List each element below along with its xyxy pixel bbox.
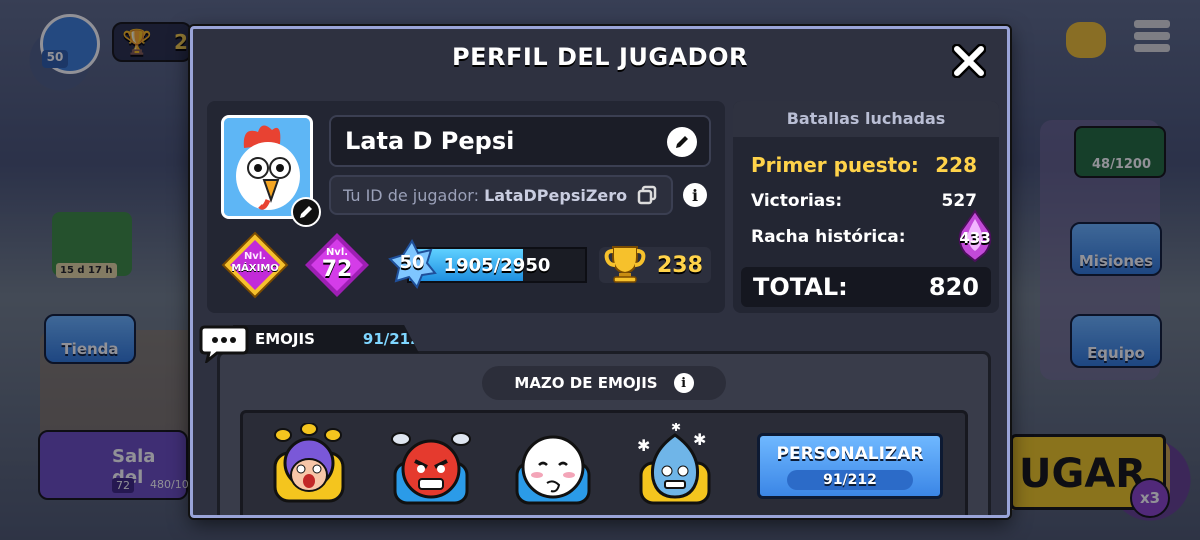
chat-bubble-icon <box>199 323 249 365</box>
trophy-value: 238 <box>657 253 703 278</box>
emojis-tab-count: 91/212 <box>362 330 421 348</box>
emoji-slots-row: ✱ ✱ ✱ PERSONALIZAR 91/212 <box>240 410 968 515</box>
streak-badge: 433 <box>955 209 995 263</box>
player-id-label: Tu ID de jugador: <box>343 186 479 205</box>
victories-row: Victorias: 527 <box>751 191 977 211</box>
streak-value: 433 <box>959 229 991 247</box>
battle-stats-panel: Batallas luchadas Primer puesto: 228 Vic… <box>733 101 999 313</box>
max-level-text: MÁXIMO <box>231 263 279 274</box>
svg-text:✱: ✱ <box>693 430 706 449</box>
emoji-slot-4[interactable]: ✱ ✱ ✱ <box>635 420 715 507</box>
customize-button[interactable]: PERSONALIZAR 91/212 <box>757 433 943 499</box>
emoji-deck-title: MAZO DE EMOJIS i <box>482 366 726 400</box>
trophy-icon <box>604 246 646 283</box>
first-place-label: Primer puesto: <box>751 153 919 177</box>
cold-blue-emoji-icon: ✱ ✱ ✱ <box>637 420 711 505</box>
close-button[interactable] <box>949 41 989 81</box>
first-place-value: 228 <box>935 153 977 177</box>
customize-count: 91/212 <box>787 470 913 490</box>
player-id-field: Tu ID de jugador: LataDPepsiZero <box>329 175 673 215</box>
streak-label: Racha histórica: <box>751 227 906 247</box>
trophy-count-box: 238 <box>599 246 711 283</box>
emoji-deck-panel: MAZO DE EMOJIS i ✱ ✱ ✱ PERSONALIZAR 91/2… <box>217 351 991 515</box>
victories-label: Victorias: <box>751 191 843 211</box>
xp-level-value: 50 <box>399 252 425 273</box>
player-profile-modal: PERFIL DEL JUGADOR Lata D Pepsi Tu ID de… <box>190 26 1010 518</box>
name-edit-button[interactable] <box>667 127 697 157</box>
total-battles-box: TOTAL: 820 <box>741 267 991 307</box>
copy-icon[interactable] <box>637 185 657 205</box>
max-level-label: Nvl. <box>243 251 267 262</box>
emoji-slot-3[interactable] <box>513 423 593 507</box>
bee-swarm-emoji-icon <box>273 422 345 503</box>
avatar-edit-button[interactable] <box>291 197 321 227</box>
player-id-value: LataDPepsiZero <box>484 186 628 205</box>
emoji-slot-2[interactable] <box>391 423 471 507</box>
info-icon[interactable]: i <box>673 373 694 393</box>
player-name: Lata D Pepsi <box>345 127 515 155</box>
battles-header: Batallas luchadas <box>733 101 999 137</box>
pencil-icon <box>676 136 688 148</box>
emojis-tab-label: EMOJIS <box>255 330 315 348</box>
svg-text:✱: ✱ <box>637 436 650 455</box>
emojis-tab[interactable]: EMOJIS 91/212 <box>233 325 419 353</box>
first-place-row: Primer puesto: 228 <box>751 153 977 177</box>
max-level-badge[interactable]: Nvl. MÁXIMO <box>221 231 289 299</box>
xp-level-star: 50 <box>387 238 437 289</box>
close-icon <box>952 44 986 78</box>
customize-label: PERSONALIZAR <box>776 444 924 464</box>
pencil-icon <box>300 206 312 218</box>
emoji-slot-1[interactable] <box>269 422 349 507</box>
victories-value: 527 <box>941 191 978 211</box>
level-value: 72 <box>321 257 353 282</box>
streak-row: Racha histórica: <box>751 227 977 247</box>
svg-text:✱: ✱ <box>671 423 681 434</box>
shy-white-emoji-icon <box>515 435 591 505</box>
total-value: 820 <box>928 273 979 301</box>
player-name-field: Lata D Pepsi <box>329 115 711 167</box>
deck-title-text: MAZO DE EMOJIS <box>514 374 658 392</box>
profile-panel: Lata D Pepsi Tu ID de jugador: LataDPeps… <box>207 101 725 313</box>
level-badge[interactable]: Nvl. 72 <box>303 231 371 299</box>
modal-title: PERFIL DEL JUGADOR <box>452 43 748 71</box>
angry-red-emoji-icon <box>391 432 471 505</box>
info-icon[interactable]: i <box>683 183 707 207</box>
total-label: TOTAL: <box>753 273 848 301</box>
